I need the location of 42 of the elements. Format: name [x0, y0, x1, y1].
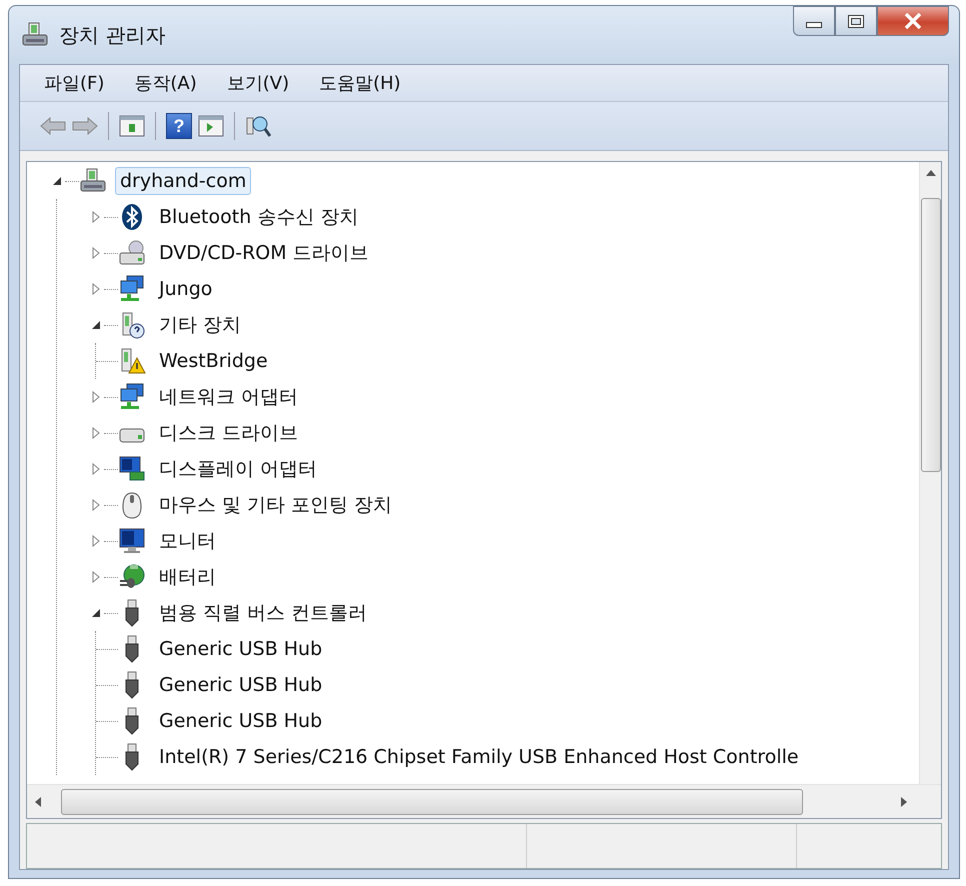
back-arrow-icon: [40, 117, 66, 135]
window-panel-icon: [119, 115, 145, 137]
scroll-right-arrow-icon[interactable]: [901, 796, 907, 806]
network-icon: [118, 275, 146, 303]
tree-item[interactable]: dryhand-com: [115, 167, 252, 195]
maximize-button[interactable]: [835, 6, 877, 36]
display-adapter-icon: [118, 455, 146, 483]
tree-item[interactable]: Bluetooth 송수신 장치: [154, 201, 364, 233]
menu-item[interactable]: 동작(A): [134, 71, 197, 95]
window-panel-icon: [198, 115, 224, 137]
tree-item[interactable]: Jungo: [154, 275, 218, 303]
tree-item[interactable]: 디스크 드라이브: [154, 417, 304, 449]
tree-item[interactable]: 디스플레이 어댑터: [154, 453, 322, 485]
tree-item[interactable]: 모니터: [154, 525, 221, 557]
minimize-button[interactable]: [793, 6, 835, 36]
help-button[interactable]: ?: [166, 113, 192, 139]
scroll-up-arrow-icon[interactable]: [926, 170, 936, 176]
tree-item[interactable]: 네트워크 어댑터: [154, 381, 304, 413]
scroll-left-arrow-icon[interactable]: [35, 796, 41, 806]
window-title: 장치 관리자: [59, 22, 166, 48]
network-icon: [118, 383, 146, 411]
drive-icon: [118, 239, 146, 267]
tree-item[interactable]: 마우스 및 기타 포인팅 장치: [154, 489, 398, 521]
menu-item[interactable]: 보기(V): [226, 71, 290, 95]
tree-item[interactable]: 범용 직렬 버스 컨트롤러: [154, 597, 372, 629]
tree-item[interactable]: 기타 장치: [154, 309, 246, 341]
battery-icon: [118, 563, 146, 591]
forward-arrow-icon: [72, 117, 98, 135]
tree-item[interactable]: Intel(R) 7 Series/C216 Chipset Family USB Enhanced Host Controlle: [154, 743, 804, 771]
menu-item[interactable]: 파일(F): [44, 71, 104, 95]
magnifier-device-icon: [245, 114, 271, 138]
close-icon: [904, 13, 922, 29]
horizontal-scrollbar[interactable]: [27, 784, 941, 818]
tree-item[interactable]: 배터리: [154, 561, 221, 593]
tree-item[interactable]: Generic USB Hub: [154, 671, 328, 699]
tree-item[interactable]: Generic USB Hub: [154, 707, 328, 735]
menu-item[interactable]: 도움말(H): [319, 71, 401, 95]
vertical-scrollbar[interactable]: [919, 162, 941, 784]
tree-item[interactable]: Generic USB Hub: [154, 635, 328, 663]
tree-item[interactable]: WestBridge: [154, 347, 273, 375]
tree-item[interactable]: DVD/CD-ROM 드라이브: [154, 237, 374, 269]
close-button[interactable]: [877, 6, 949, 36]
